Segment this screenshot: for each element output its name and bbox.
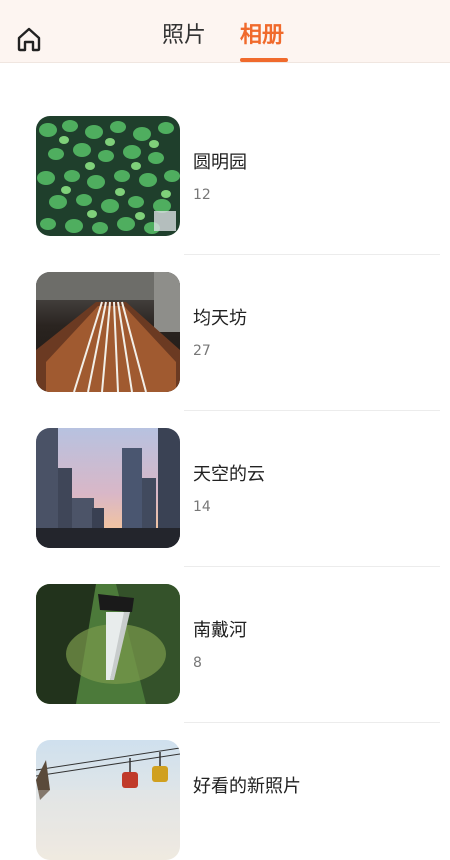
album-item[interactable]: 好看的新照片 xyxy=(0,686,450,860)
top-bar: 照片 相册 xyxy=(0,0,450,63)
album-item[interactable]: 圆明园 12 xyxy=(0,62,450,255)
album-title: 南戴河 xyxy=(193,620,247,641)
home-icon xyxy=(17,27,41,52)
album-item[interactable]: 天空的云 14 xyxy=(0,374,450,567)
album-title: 均天坊 xyxy=(193,308,247,329)
album-item[interactable]: 南戴河 8 xyxy=(0,530,450,723)
album-item[interactable]: 均天坊 27 xyxy=(0,218,450,411)
album-title: 好看的新照片 xyxy=(193,776,301,797)
album-count: 27 xyxy=(193,343,211,359)
album-count: 14 xyxy=(193,499,211,515)
home-button[interactable] xyxy=(14,24,44,54)
album-title: 圆明园 xyxy=(193,152,247,173)
album-count: 8 xyxy=(193,655,202,671)
album-count: 12 xyxy=(193,187,211,203)
album-title: 天空的云 xyxy=(193,464,265,485)
tab-albums[interactable]: 相册 xyxy=(240,20,284,52)
tab-photos[interactable]: 照片 xyxy=(162,20,206,52)
album-thumbnail-cable-car xyxy=(36,740,180,860)
